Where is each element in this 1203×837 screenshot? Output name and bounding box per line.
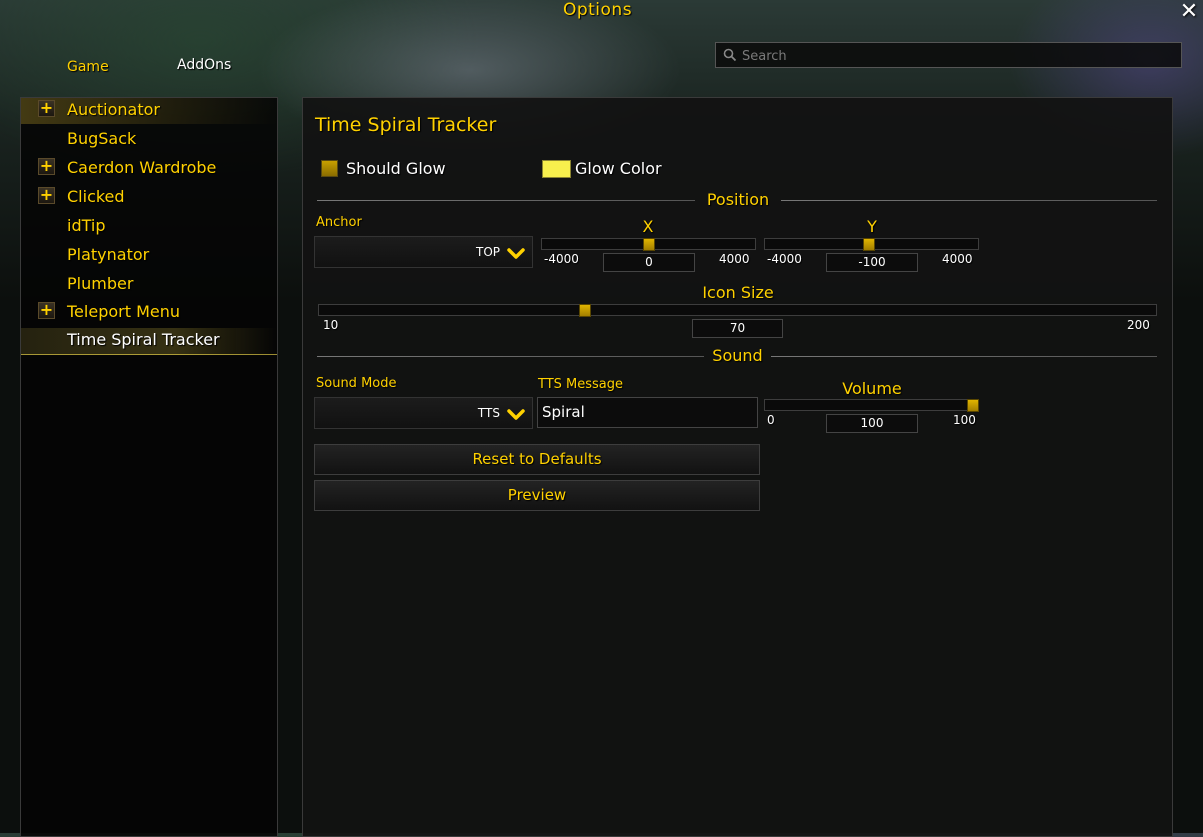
sidebar-item-label: Auctionator: [67, 100, 160, 119]
sidebar-item-platynator[interactable]: Platynator: [21, 243, 277, 269]
tab-game[interactable]: Game: [67, 59, 109, 75]
icon-size-slider-track[interactable]: [318, 304, 1157, 316]
search-box[interactable]: [715, 42, 1182, 68]
volume-value-input[interactable]: 100: [826, 414, 918, 433]
addon-list-sidebar: + Auctionator BugSack + Caerdon Wardrobe…: [20, 97, 278, 837]
expand-icon[interactable]: +: [38, 302, 55, 319]
anchor-label: Anchor: [316, 215, 362, 230]
sidebar-item-label: Teleport Menu: [67, 302, 180, 321]
sidebar-item-label: idTip: [67, 216, 106, 235]
sidebar-item-label: Plumber: [67, 274, 134, 293]
tab-addons[interactable]: AddOns: [177, 57, 231, 73]
y-slider-label: Y: [867, 217, 877, 236]
expand-icon[interactable]: +: [38, 187, 55, 204]
divider: [317, 200, 695, 201]
sidebar-item-label: Time Spiral Tracker: [67, 330, 220, 349]
x-slider-thumb[interactable]: [642, 238, 655, 251]
sound-mode-label: Sound Mode: [316, 376, 397, 391]
glow-color-swatch[interactable]: [542, 160, 571, 178]
volume-slider-thumb[interactable]: [967, 399, 979, 412]
volume-max: 100: [953, 413, 976, 427]
glow-color-label: Glow Color: [575, 159, 662, 178]
search-icon: [723, 48, 737, 62]
icon-size-max: 200: [1127, 318, 1150, 332]
sound-mode-dropdown[interactable]: TTS: [314, 397, 533, 429]
x-slider-min: -4000: [544, 252, 579, 266]
icon-size-min: 10: [323, 318, 339, 332]
sidebar-item-label: Platynator: [67, 245, 150, 264]
sidebar-item-bugsack[interactable]: BugSack: [21, 127, 277, 153]
icon-size-slider-thumb[interactable]: [579, 304, 592, 317]
icon-size-label: Icon Size: [702, 283, 774, 302]
sidebar-item-label: BugSack: [67, 129, 137, 148]
anchor-value: TOP: [475, 245, 500, 259]
should-glow-checkbox[interactable]: [321, 160, 338, 177]
search-input[interactable]: [740, 44, 1174, 68]
x-slider-max: 4000: [719, 252, 750, 266]
sidebar-item-teleport-menu[interactable]: + Teleport Menu: [21, 300, 277, 326]
sidebar-item-auctionator[interactable]: + Auctionator: [21, 98, 277, 124]
sound-mode-value: TTS: [477, 406, 500, 420]
tts-message-label: TTS Message: [538, 377, 624, 392]
expand-icon[interactable]: +: [38, 100, 55, 117]
chevron-down-icon: [507, 248, 525, 259]
preview-button[interactable]: Preview: [314, 480, 760, 511]
expand-icon[interactable]: +: [38, 158, 55, 175]
sidebar-item-plumber[interactable]: Plumber: [21, 272, 277, 298]
volume-min: 0: [767, 413, 775, 427]
divider: [771, 356, 1157, 357]
icon-size-value-input[interactable]: 70: [692, 319, 783, 338]
chevron-down-icon: [507, 409, 525, 420]
sidebar-item-idtip[interactable]: idTip: [21, 214, 277, 240]
panel-title: Time Spiral Tracker: [315, 114, 497, 136]
tts-message-input[interactable]: Spiral: [537, 397, 758, 428]
divider: [317, 356, 704, 357]
section-title-sound: Sound: [712, 346, 763, 365]
x-value-input[interactable]: 0: [603, 253, 695, 272]
reset-to-defaults-button[interactable]: Reset to Defaults: [314, 444, 760, 475]
y-value-input[interactable]: -100: [826, 253, 918, 272]
sidebar-item-clicked[interactable]: + Clicked: [21, 185, 277, 211]
anchor-dropdown[interactable]: TOP: [314, 236, 533, 268]
divider: [781, 200, 1157, 201]
sidebar-item-caerdon-wardrobe[interactable]: + Caerdon Wardrobe: [21, 156, 277, 182]
sidebar-item-time-spiral-tracker[interactable]: Time Spiral Tracker: [21, 328, 277, 355]
y-slider-max: 4000: [942, 252, 973, 266]
x-slider-label: X: [642, 217, 654, 236]
volume-slider-track[interactable]: [764, 399, 979, 411]
sidebar-item-label: Caerdon Wardrobe: [67, 158, 217, 177]
should-glow-label: Should Glow: [346, 159, 446, 178]
section-title-position: Position: [706, 190, 770, 209]
tts-message-value: Spiral: [542, 403, 585, 421]
close-icon[interactable]: ✕: [1178, 0, 1200, 24]
window-title: Options: [562, 0, 633, 20]
y-slider-min: -4000: [767, 252, 802, 266]
y-slider-thumb[interactable]: [862, 238, 875, 251]
volume-label: Volume: [842, 379, 902, 398]
sidebar-item-label: Clicked: [67, 187, 125, 206]
